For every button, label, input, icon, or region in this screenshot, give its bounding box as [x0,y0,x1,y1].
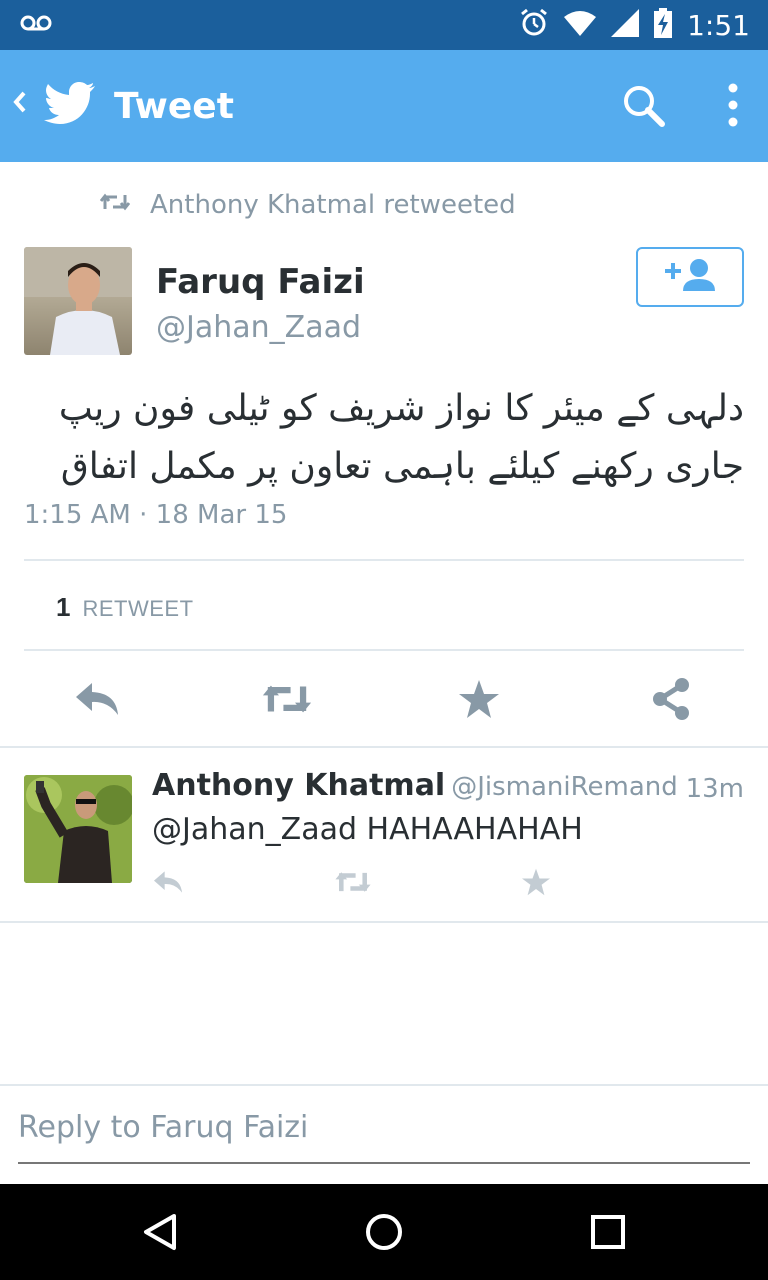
twitter-bird-icon[interactable] [44,80,96,129]
favorite-star-icon[interactable] [454,676,504,722]
retweet-stats[interactable]: 1 RETWEET [56,592,194,623]
signal-icon [611,9,640,42]
tweet-text: دلہی کے میئر کا نواز شریف کو ٹیلی فون ری… [58,388,744,487]
alarm-icon [519,8,549,43]
author-handle[interactable]: @Jahan_Zaad [156,310,361,345]
add-user-icon [663,257,717,298]
reply-time: 13m [685,774,744,804]
divider [24,649,744,651]
system-nav-bar [0,1184,768,1280]
tweet-action-bar [0,676,768,726]
retweet-count: 1 [56,592,71,622]
reply-compose-input[interactable]: Reply to Faruq Faizi [18,1104,750,1164]
reply-author-name[interactable]: Anthony Khatmal [152,768,445,803]
retweet-label: RETWEET [82,596,194,621]
divider [0,921,768,923]
overflow-menu-icon[interactable] [726,82,740,133]
tweet-timestamp: 1:15 AM · 18 Mar 15 [24,500,288,530]
recents-nav-icon[interactable] [588,1212,628,1252]
voicemail-icon [20,12,52,39]
reply-author-handle[interactable]: @JismaniRemand [451,772,678,802]
favorite-star-icon[interactable] [516,866,556,898]
author-avatar[interactable] [24,247,132,355]
status-time: 1:51 [687,9,750,42]
retweet-context-text: Anthony Khatmal retweeted [150,190,516,220]
toolbar-title: Tweet [114,86,234,127]
home-nav-icon[interactable] [364,1212,404,1252]
divider [0,1084,768,1086]
follow-button[interactable] [636,247,744,307]
back-nav-icon[interactable] [140,1212,180,1252]
retweet-action-icon[interactable] [262,676,312,722]
retweet-context: Anthony Khatmal retweeted [99,190,516,220]
retweet-icon [99,190,131,220]
divider [24,559,744,561]
reply-icon[interactable] [148,866,188,898]
divider [0,746,768,748]
back-icon[interactable] [10,84,30,129]
author-name[interactable]: Faruq Faizi [156,262,365,302]
retweet-action-icon[interactable] [333,866,373,898]
wifi-icon [563,9,597,42]
app-toolbar: Tweet [0,50,768,162]
battery-charging-icon [653,8,673,43]
reply-icon[interactable] [72,676,122,722]
reply-text: @Jahan_Zaad HAHAAHAHAH [152,812,583,847]
reply-header: Anthony Khatmal @JismaniRemand 13m [152,768,744,804]
search-icon[interactable] [622,84,666,133]
status-bar: 1:51 [0,0,768,50]
reply-action-bar [0,866,768,900]
share-icon[interactable] [646,676,696,722]
